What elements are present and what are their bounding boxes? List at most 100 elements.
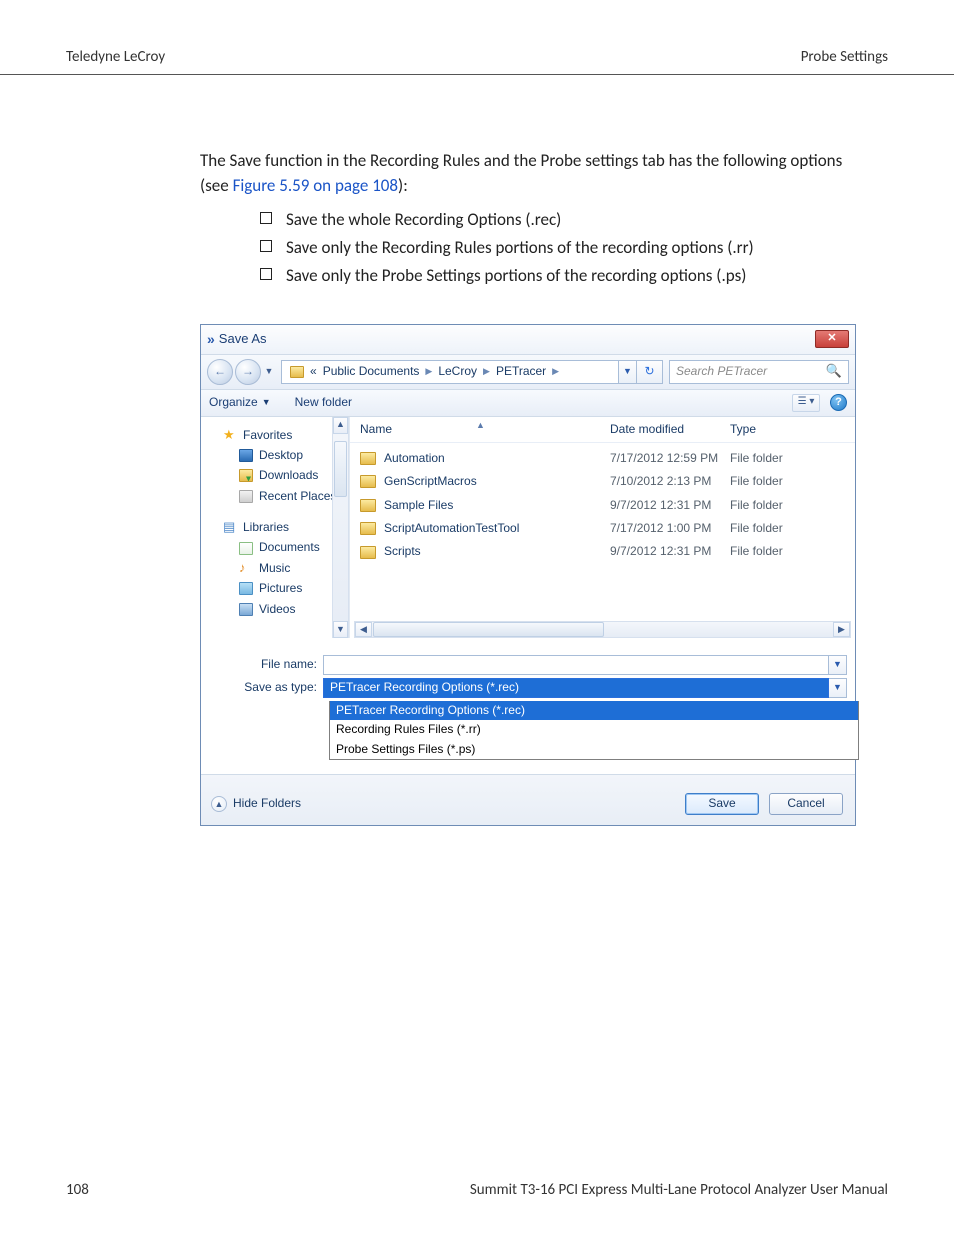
sort-asc-icon: ▲ bbox=[476, 419, 485, 432]
cancel-button[interactable]: Cancel bbox=[769, 793, 843, 815]
help-icon: ? bbox=[835, 395, 842, 411]
close-icon: ✕ bbox=[827, 331, 836, 347]
save-button[interactable]: Save bbox=[685, 793, 759, 815]
file-row[interactable]: Automation7/17/2012 12:59 PMFile folder bbox=[360, 447, 845, 470]
toolbar: Organize ▼ New folder ☰ ▾ ? bbox=[201, 390, 855, 417]
nav-back-button[interactable]: ← bbox=[207, 359, 233, 385]
file-list-pane: Name ▲ Date modified Type Automation7/17… bbox=[349, 417, 855, 639]
file-name: Automation bbox=[384, 450, 610, 467]
view-icon: ☰ ▾ bbox=[798, 395, 815, 410]
chevron-right-icon: ▶ bbox=[552, 365, 559, 378]
star-icon: ★ bbox=[223, 429, 237, 442]
nav-label: Music bbox=[259, 560, 290, 577]
close-button[interactable]: ✕ bbox=[815, 330, 849, 348]
file-type: File folder bbox=[730, 520, 783, 537]
checkbox-icon bbox=[260, 212, 272, 224]
nav-label: Downloads bbox=[259, 467, 318, 484]
downloads-icon bbox=[239, 469, 253, 482]
file-name-input[interactable] bbox=[323, 655, 829, 675]
list-item: Save the whole Recording Options (.rec) bbox=[260, 208, 849, 233]
column-type[interactable]: Type bbox=[730, 421, 845, 438]
help-button[interactable]: ? bbox=[830, 394, 847, 411]
list-item-text: Save the whole Recording Options (.rec) bbox=[286, 208, 561, 233]
organize-label: Organize bbox=[209, 394, 258, 411]
refresh-icon: ↻ bbox=[644, 363, 654, 380]
type-option[interactable]: PETracer Recording Options (*.rec) bbox=[330, 701, 858, 720]
scroll-down-button[interactable]: ▼ bbox=[333, 621, 348, 638]
nav-label: Desktop bbox=[259, 447, 303, 464]
search-placeholder: Search PETracer bbox=[676, 363, 767, 380]
folder-icon bbox=[360, 452, 376, 465]
file-type: File folder bbox=[730, 497, 783, 514]
file-type: File folder bbox=[730, 450, 783, 467]
scroll-thumb[interactable] bbox=[373, 622, 604, 637]
chevron-down-icon: ▼ bbox=[262, 396, 271, 409]
pictures-icon bbox=[239, 582, 253, 595]
new-folder-button[interactable]: New folder bbox=[295, 394, 352, 411]
nav-favorites[interactable]: ★ Favorites bbox=[223, 427, 349, 444]
recent-icon bbox=[239, 490, 253, 503]
scroll-left-button[interactable]: ◀ bbox=[355, 622, 372, 637]
breadcrumb-item[interactable]: Public Documents bbox=[323, 363, 420, 380]
scroll-thumb[interactable] bbox=[334, 441, 347, 497]
header-left: Teledyne LeCroy bbox=[66, 48, 165, 66]
file-date: 9/7/2012 12:31 PM bbox=[610, 497, 730, 514]
scroll-up-button[interactable]: ▲ bbox=[333, 417, 348, 434]
page-number: 108 bbox=[66, 1181, 89, 1199]
folder-icon bbox=[290, 366, 304, 378]
file-row[interactable]: GenScriptMacros7/10/2012 2:13 PMFile fol… bbox=[360, 470, 845, 493]
file-row[interactable]: Scripts9/7/2012 12:31 PMFile folder bbox=[360, 540, 845, 563]
file-type: File folder bbox=[730, 543, 783, 560]
checkbox-icon bbox=[260, 268, 272, 280]
hide-folders-label: Hide Folders bbox=[233, 795, 301, 812]
list-item: Save only the Probe Settings portions of… bbox=[260, 264, 849, 289]
desktop-icon bbox=[239, 449, 253, 462]
hide-folders-button[interactable]: ▲ Hide Folders bbox=[211, 795, 301, 812]
intro-text-b: ): bbox=[398, 175, 408, 196]
list-item: Save only the Recording Rules portions o… bbox=[260, 236, 849, 261]
chevron-right-icon: ▶ bbox=[425, 365, 432, 378]
scroll-right-button[interactable]: ▶ bbox=[833, 622, 850, 637]
breadcrumb-item[interactable]: PETracer bbox=[496, 363, 546, 380]
folder-icon bbox=[360, 475, 376, 488]
file-name-dropdown[interactable]: ▼ bbox=[829, 655, 847, 675]
nav-forward-button[interactable]: → bbox=[235, 359, 261, 385]
col-label: Name bbox=[360, 422, 392, 436]
breadcrumb-overflow: « bbox=[310, 363, 317, 380]
libraries-icon: ▤ bbox=[223, 521, 237, 534]
file-name: GenScriptMacros bbox=[384, 473, 610, 490]
nav-label: Videos bbox=[259, 601, 295, 618]
body-text: The Save function in the Recording Rules… bbox=[0, 99, 954, 826]
chevron-up-icon: ▲ bbox=[211, 796, 227, 812]
header-right: Probe Settings bbox=[801, 48, 888, 66]
search-input[interactable]: Search PETracer 🔍 bbox=[669, 360, 849, 384]
refresh-button[interactable]: ↻ bbox=[637, 360, 663, 384]
breadcrumb-item[interactable]: LeCroy bbox=[438, 363, 477, 380]
save-type-select[interactable]: PETracer Recording Options (*.rec) bbox=[323, 678, 829, 698]
organize-menu[interactable]: Organize ▼ bbox=[209, 394, 271, 411]
path-dropdown[interactable]: ▼ bbox=[619, 360, 637, 384]
page-header: Teledyne LeCroy Probe Settings bbox=[0, 0, 954, 75]
nav-libraries[interactable]: ▤ Libraries bbox=[223, 519, 349, 536]
type-option[interactable]: Probe Settings Files (*.ps) bbox=[330, 740, 858, 759]
save-type-dropdown[interactable]: ▼ bbox=[829, 678, 847, 698]
folder-icon bbox=[360, 546, 376, 559]
view-options-button[interactable]: ☰ ▾ bbox=[792, 394, 820, 412]
save-type-value: PETracer Recording Options (*.rec) bbox=[330, 679, 519, 696]
type-option[interactable]: Recording Rules Files (*.rr) bbox=[330, 720, 858, 739]
save-as-dialog: » Save As ✕ ← → ▼ « Public Documents ▶ L… bbox=[200, 324, 856, 826]
file-row[interactable]: ScriptAutomationTestTool7/17/2012 1:00 P… bbox=[360, 517, 845, 540]
file-list: Automation7/17/2012 12:59 PMFile folder … bbox=[350, 443, 855, 574]
file-date: 7/17/2012 1:00 PM bbox=[610, 520, 730, 537]
manual-title: Summit T3-16 PCI Express Multi-Lane Prot… bbox=[470, 1181, 888, 1199]
app-icon: » bbox=[207, 329, 213, 349]
column-date[interactable]: Date modified bbox=[610, 421, 730, 438]
horizontal-scrollbar[interactable]: ◀ ▶ bbox=[354, 621, 851, 638]
figure-link[interactable]: Figure 5.59 on page 108 bbox=[233, 175, 398, 196]
column-name[interactable]: Name ▲ bbox=[360, 421, 610, 438]
breadcrumb[interactable]: « Public Documents ▶ LeCroy ▶ PETracer ▶ bbox=[281, 360, 619, 384]
file-row[interactable]: Sample Files9/7/2012 12:31 PMFile folder bbox=[360, 494, 845, 517]
nav-history-dropdown[interactable]: ▼ bbox=[263, 365, 275, 378]
file-name-label: File name: bbox=[209, 656, 323, 673]
nav-scrollbar[interactable]: ▲ ▼ bbox=[332, 417, 349, 639]
